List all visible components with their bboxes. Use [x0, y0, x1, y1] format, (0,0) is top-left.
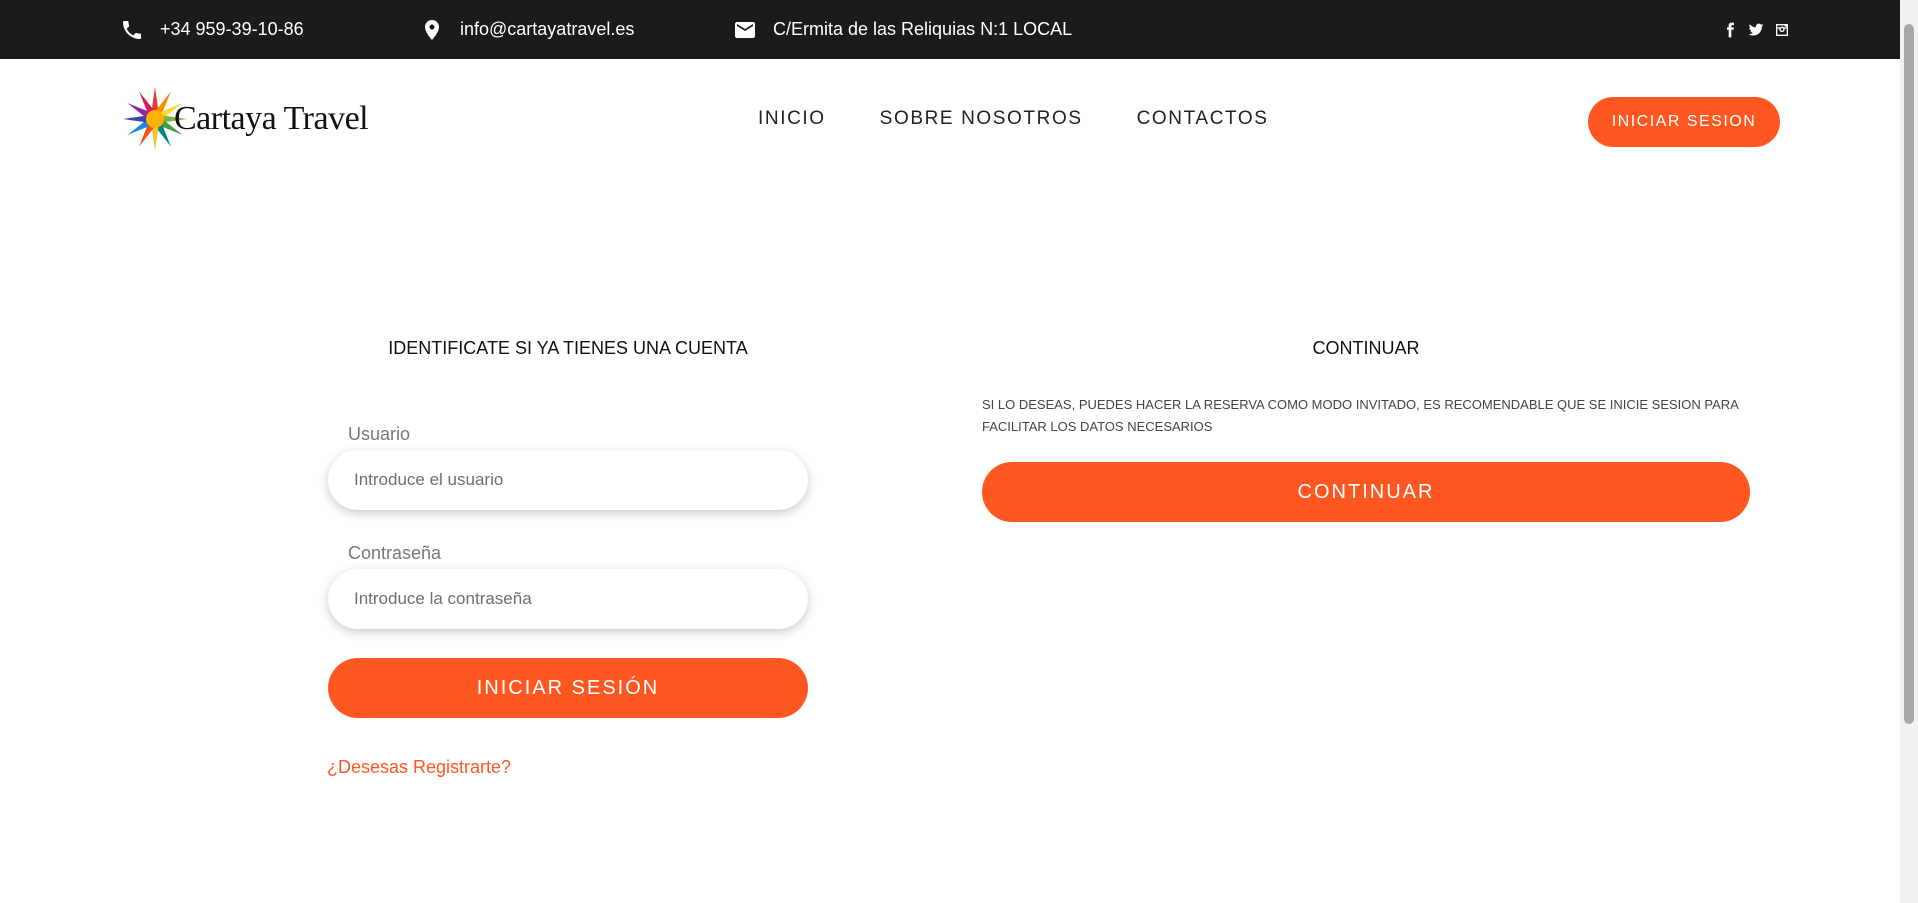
- nav-item-contactos[interactable]: CONTACTOS: [1137, 108, 1269, 130]
- top-contact-bar: +34 959-39-10-86 info@cartayatravel.es C…: [0, 0, 1900, 59]
- address-text: C/Ermita de las Reliquias N:1 LOCAL: [773, 19, 1073, 39]
- username-input[interactable]: [328, 450, 808, 510]
- main-nav: INICIO SOBRE NOSOTROS CONTACTOS: [758, 108, 1269, 130]
- site-logo[interactable]: Cartaya Travel: [122, 84, 369, 154]
- guest-description: SI LO DESEAS, PUEDES HACER LA RESERVA CO…: [982, 397, 1739, 434]
- facebook-icon[interactable]: [1722, 22, 1738, 38]
- register-link[interactable]: ¿Desesas Registrarte?: [327, 757, 511, 778]
- instagram-icon[interactable]: [1774, 22, 1790, 38]
- login-title: IDENTIFICATE SI YA TIENES UNA CUENTA: [388, 338, 748, 358]
- header-login-button[interactable]: INICIAR SESION: [1588, 97, 1780, 147]
- password-label: Contraseña: [348, 543, 442, 563]
- password-input[interactable]: [328, 569, 808, 629]
- email-text: info@cartayatravel.es: [460, 19, 635, 39]
- contact-address: C/Ermita de las Reliquias N:1 LOCAL: [733, 0, 1072, 59]
- nav-item-sobre-nosotros[interactable]: SOBRE NOSOTROS: [880, 108, 1083, 130]
- social-links: [1722, 0, 1790, 59]
- envelope-icon: [735, 21, 755, 38]
- location-pin-icon: [425, 19, 439, 40]
- contact-phone: +34 959-39-10-86: [120, 0, 304, 59]
- contact-email: info@cartayatravel.es: [420, 0, 634, 59]
- username-label: Usuario: [348, 424, 411, 444]
- guest-title: CONTINUAR: [1312, 338, 1420, 358]
- continue-button[interactable]: CONTINUAR: [982, 462, 1750, 522]
- twitter-icon[interactable]: [1748, 22, 1764, 38]
- brand-name: Cartaya Travel: [174, 100, 369, 137]
- login-submit-button[interactable]: INICIAR SESIÓN: [328, 658, 808, 718]
- phone-icon: [123, 20, 141, 39]
- nav-item-inicio[interactable]: INICIO: [758, 108, 826, 130]
- phone-text: +34 959-39-10-86: [160, 19, 304, 39]
- page-scrollbar[interactable]: [1900, 0, 1918, 903]
- scrollbar-thumb[interactable]: [1904, 24, 1914, 724]
